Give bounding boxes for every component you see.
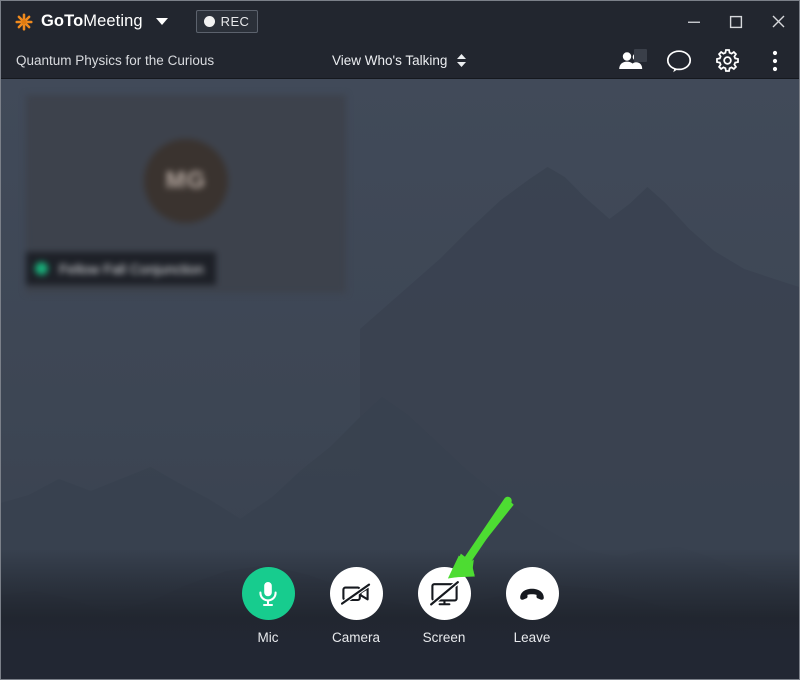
view-mode-selector[interactable]: View Who's Talking (332, 53, 467, 68)
participant-video-tile[interactable]: MG Fellow Fall Conjunction (26, 95, 346, 293)
minimize-button[interactable] (673, 1, 715, 42)
attendees-button[interactable] (607, 42, 655, 79)
leave-label: Leave (513, 630, 551, 645)
hangup-phone-icon (520, 588, 544, 600)
meeting-toolbar: Quantum Physics for the Curious View Who… (1, 42, 799, 79)
attendees-count-badge (634, 49, 647, 62)
meeting-control-bar: Mic Camera Screen Leave (1, 549, 799, 679)
camera-off-icon (341, 582, 371, 605)
record-button[interactable]: REC (195, 10, 259, 33)
app-title-light: Meeting (83, 12, 143, 30)
meeting-title: Quantum Physics for the Curious (16, 52, 215, 68)
view-mode-label: View Who's Talking (332, 52, 448, 68)
camera-button-circle (329, 567, 383, 620)
more-options-icon (772, 50, 778, 71)
title-bar: GoToMeeting REC (1, 1, 799, 42)
leave-button[interactable]: Leave (505, 567, 559, 645)
control-buttons-row: Mic Camera Screen Leave (1, 567, 799, 645)
gotomeeting-window: GoToMeeting REC Quantum Physics for the … (0, 0, 800, 680)
screen-label: Screen (422, 630, 466, 645)
participant-name: Fellow Fall Conjunction (59, 260, 204, 277)
record-dot-icon (203, 16, 215, 27)
close-icon (772, 15, 784, 28)
screen-share-button[interactable]: Screen (417, 567, 471, 645)
close-button[interactable] (757, 1, 799, 42)
avatar: MG (144, 139, 228, 223)
maximize-button[interactable] (715, 1, 757, 42)
more-options-button[interactable] (751, 42, 799, 79)
meeting-stage: MG Fellow Fall Conjunction Mic Camera Sc… (1, 79, 799, 679)
gotomeeting-logo-icon (15, 12, 33, 31)
status-dot-icon (35, 262, 48, 275)
app-title-bold: GoTo (41, 12, 84, 30)
app-menu-button[interactable]: GoToMeeting (15, 12, 168, 31)
camera-button[interactable]: Camera (329, 567, 383, 645)
camera-label: Camera (331, 630, 380, 645)
participant-name-bar: Fellow Fall Conjunction (26, 252, 216, 285)
window-controls (673, 1, 799, 42)
minimize-icon (688, 21, 700, 23)
record-label: REC (220, 14, 250, 29)
chevron-down-icon[interactable] (155, 18, 168, 25)
app-title: GoToMeeting (41, 12, 143, 31)
chat-button[interactable] (655, 42, 703, 79)
leave-button-circle (505, 567, 559, 620)
chat-icon (666, 49, 692, 72)
mic-button-circle (241, 567, 295, 620)
avatar-initials: MG (165, 167, 207, 194)
screen-share-off-icon (429, 580, 459, 606)
screen-button-circle (417, 567, 471, 620)
up-down-chevron-icon (456, 53, 467, 68)
settings-button[interactable] (703, 42, 751, 79)
settings-gear-icon (715, 49, 739, 72)
mic-button[interactable]: Mic (241, 567, 295, 645)
maximize-icon (729, 15, 743, 28)
mic-label: Mic (257, 630, 279, 645)
microphone-icon (259, 581, 277, 606)
toolbar-icon-group (607, 42, 799, 79)
